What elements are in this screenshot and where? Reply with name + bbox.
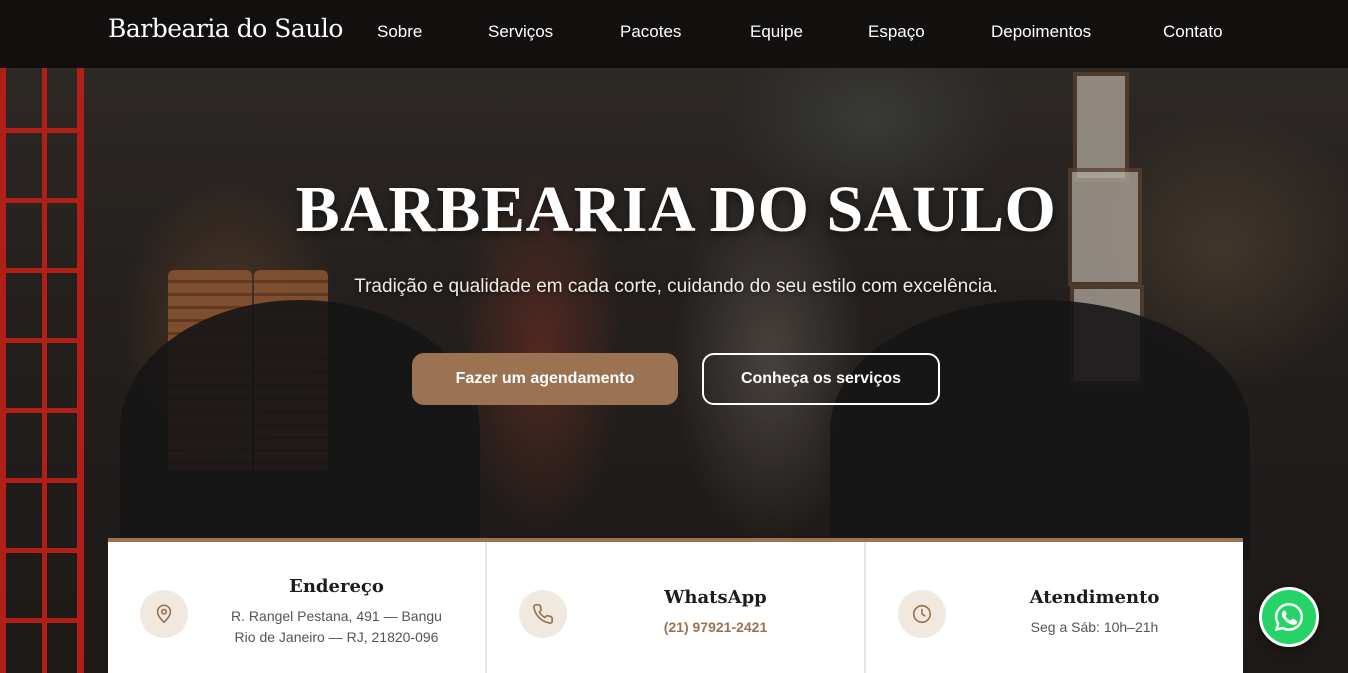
hours-text: Seg a Sáb: 10h–21h — [1030, 619, 1159, 635]
whatsapp-title: WhatsApp — [664, 587, 767, 608]
address-card: Endereço R. Rangel Pestana, 491 — Bangu … — [108, 542, 485, 673]
nav-link-depoimentos[interactable]: Depoimentos — [991, 22, 1091, 42]
info-cards: Endereço R. Rangel Pestana, 491 — Bangu … — [108, 538, 1243, 673]
address-line-1: R. Rangel Pestana, 491 — Bangu — [231, 608, 442, 624]
whatsapp-phone-link[interactable]: (21) 97921-2421 — [567, 617, 864, 638]
nav-link-equipe[interactable]: Equipe — [750, 22, 803, 42]
address-line-2: Rio de Janeiro — RJ, 21820-096 — [234, 629, 439, 645]
whatsapp-icon — [1274, 602, 1304, 632]
hero-subtitle: Tradição e qualidade em cada corte, cuid… — [354, 276, 998, 297]
whatsapp-float-button[interactable] — [1259, 587, 1319, 647]
nav-link-pacotes[interactable]: Pacotes — [620, 22, 681, 42]
address-title: Endereço — [289, 576, 384, 597]
navbar: Barbearia do Saulo Sobre Serviços Pacote… — [0, 0, 1348, 68]
nav-link-sobre[interactable]: Sobre — [377, 22, 422, 42]
nav-link-espaco[interactable]: Espaço — [868, 22, 925, 42]
whatsapp-card: WhatsApp (21) 97921-2421 — [487, 542, 864, 673]
hours-card: Atendimento Seg a Sáb: 10h–21h — [866, 542, 1243, 673]
map-pin-icon — [140, 590, 188, 638]
hero-title: BARBEARIA DO SAULO — [295, 173, 1057, 246]
clock-icon — [898, 590, 946, 638]
nav-link-servicos[interactable]: Serviços — [488, 22, 553, 42]
brand-logo[interactable]: Barbearia do Saulo — [108, 14, 343, 43]
hours-title: Atendimento — [1029, 587, 1160, 608]
services-button[interactable]: Conheça os serviços — [702, 353, 940, 405]
schedule-button[interactable]: Fazer um agendamento — [412, 353, 678, 405]
phone-icon — [519, 590, 567, 638]
nav-link-contato[interactable]: Contato — [1163, 22, 1223, 42]
